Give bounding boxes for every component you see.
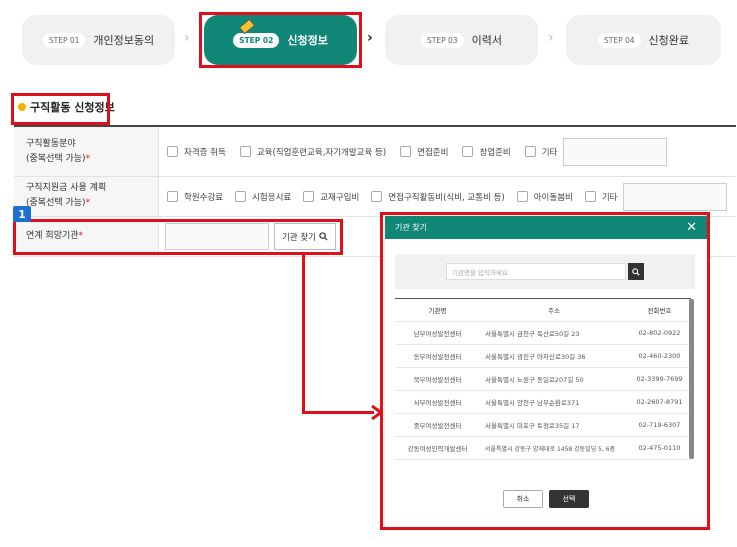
checkbox[interactable]	[584, 191, 596, 202]
checkbox-option[interactable]: 창업준비	[462, 146, 511, 158]
checkbox-label: 자격증 취득	[184, 147, 226, 158]
step-number: STEP 03	[421, 32, 464, 48]
checkbox-option[interactable]: 기타	[584, 191, 618, 203]
row-header-line: 구직활동분야	[26, 139, 76, 149]
connector-line	[302, 254, 305, 414]
form-row-activity-field: 구직활동분야 (중복선택 가능)* 자격증 취득 교육(직업훈련교육,자기개발교…	[14, 127, 736, 177]
step-number: STEP 04	[597, 32, 641, 48]
highlight-box-step	[199, 12, 362, 68]
highlight-box-modal	[380, 212, 710, 530]
checkbox-label: 면접준비	[417, 147, 449, 158]
other-text-input[interactable]	[563, 137, 668, 166]
highlight-box-agency-row	[13, 219, 343, 255]
row-header-line: 구직지원금 사용 계획	[26, 183, 107, 193]
chevron-right-icon: ›	[548, 30, 554, 46]
step-4: STEP 04 신청완료	[566, 15, 721, 65]
checkbox[interactable]	[167, 191, 178, 202]
checkbox-option[interactable]: 면접구직활동비(식비, 교통비 등)	[371, 191, 505, 203]
checkbox[interactable]	[239, 146, 251, 157]
step-label: 신청완료	[648, 34, 689, 47]
checkbox[interactable]	[400, 146, 412, 157]
checkbox-label: 시험응시료	[252, 192, 292, 203]
step-number: STEP 01	[42, 32, 86, 48]
required-mark: *	[85, 198, 91, 208]
form-row-usage-plan: 구직지원금 사용 계획 (중복선택 가능)* 학원수강료 시험응시료 교재구입비…	[14, 177, 736, 217]
checkbox[interactable]	[524, 146, 536, 157]
row-header-line: (중복선택 가능)	[26, 154, 86, 164]
other-text-input[interactable]	[623, 182, 728, 211]
checkbox[interactable]	[167, 146, 178, 157]
step-label: 이력서	[471, 34, 502, 47]
checkbox[interactable]	[303, 191, 315, 202]
row-body: 학원수강료 시험응시료 교재구입비 면접구직활동비(식비, 교통비 등) 아이돌…	[159, 182, 736, 211]
checkbox[interactable]	[516, 191, 528, 202]
checkbox-label: 아이돌봄비	[533, 192, 573, 203]
checkbox-option[interactable]: 시험응시료	[235, 191, 291, 203]
checkbox-option[interactable]: 아이돌봄비	[516, 191, 573, 203]
checkbox[interactable]	[235, 191, 247, 202]
step-label: 개인정보동의	[93, 34, 155, 47]
row-header-line: (중복선택 가능)	[26, 198, 86, 208]
row-header: 구직활동분야 (중복선택 가능)*	[14, 127, 159, 176]
step-3: STEP 03 이력서	[385, 15, 538, 65]
checkbox-label: 교재구입비	[320, 192, 360, 203]
required-mark: *	[85, 154, 91, 164]
chevron-right-icon: ›	[367, 30, 373, 46]
checkbox[interactable]	[371, 191, 383, 202]
row-header: 구직지원금 사용 계획 (중복선택 가능)*	[14, 177, 159, 216]
checkbox-option[interactable]: 기타	[524, 146, 558, 158]
connector-line	[302, 411, 374, 414]
checkbox-label: 교육(직업훈련교육,자기개발교육 등)	[256, 147, 387, 158]
step-1: STEP 01 개인정보동의	[22, 15, 175, 65]
step-badge: 1	[13, 206, 31, 222]
checkbox-label: 기타	[541, 147, 558, 158]
checkbox-option[interactable]: 자격증 취득	[167, 146, 226, 158]
checkbox-label: 기타	[601, 192, 618, 203]
checkbox-option[interactable]: 면접준비	[400, 146, 448, 158]
checkbox-label: 창업준비	[479, 147, 511, 158]
row-body: 자격증 취득 교육(직업훈련교육,자기개발교육 등) 면접준비 창업준비 기타	[159, 137, 736, 166]
checkbox-option[interactable]: 교육(직업훈련교육,자기개발교육 등)	[239, 146, 387, 158]
checkbox[interactable]	[462, 146, 474, 157]
chevron-right-icon: ›	[184, 30, 190, 46]
checkbox-label: 학원수강료	[184, 192, 224, 203]
checkbox-option[interactable]: 학원수강료	[167, 191, 223, 203]
checkbox-label: 면접구직활동비(식비, 교통비 등)	[388, 192, 505, 203]
checkbox-option[interactable]: 교재구입비	[303, 191, 359, 203]
highlight-box-section	[11, 93, 110, 125]
